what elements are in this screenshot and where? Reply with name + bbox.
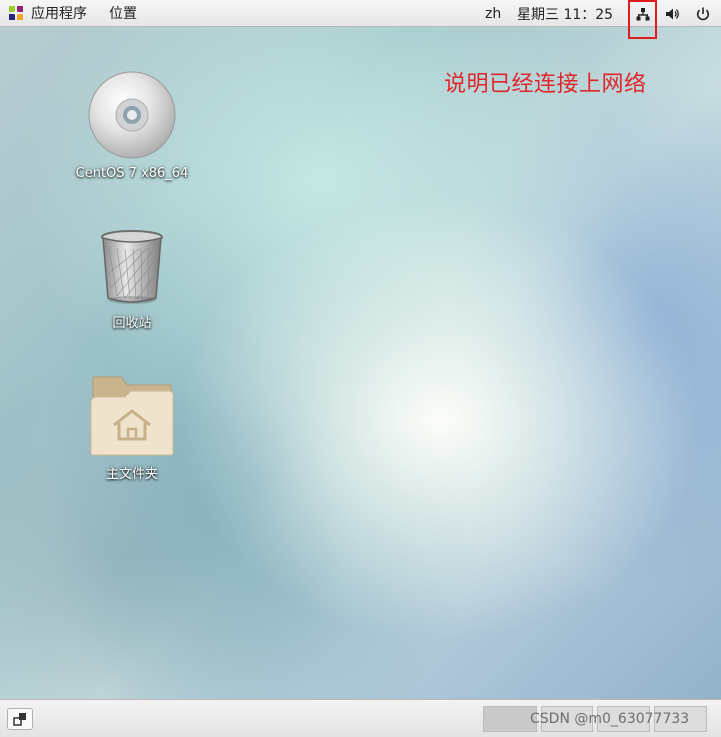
- top-panel: 应用程序 位置 zh 星期三 11：25: [0, 0, 721, 27]
- desktop-icon-label: 主文件夹: [105, 467, 158, 482]
- workspace-1[interactable]: [483, 706, 537, 732]
- desktop-icon-label: 回收站: [112, 316, 152, 331]
- desktop-icon-label: CentOS 7 x86_64: [75, 166, 189, 181]
- input-language-indicator[interactable]: zh: [485, 0, 501, 27]
- network-wired-icon: [636, 7, 650, 20]
- desktop-icon-centos-disc[interactable]: CentOS 7 x86_64: [67, 70, 197, 181]
- system-tray: [628, 0, 718, 27]
- show-desktop-button[interactable]: [7, 708, 33, 730]
- volume-icon: [666, 8, 679, 19]
- desktop-icon-trash[interactable]: 回收站: [67, 228, 197, 331]
- annotation-text: 说明已经连接上网络: [444, 72, 647, 97]
- csdn-watermark: CSDN @m0_63077733: [530, 711, 690, 727]
- desktop-icon-home-folder[interactable]: 主文件夹: [67, 375, 197, 482]
- applications-label: 应用程序: [31, 6, 87, 22]
- power-button[interactable]: [688, 0, 718, 27]
- volume-button[interactable]: [658, 0, 688, 27]
- applications-menu[interactable]: 应用程序: [8, 3, 87, 23]
- network-status-button[interactable]: [628, 0, 658, 27]
- places-menu[interactable]: 位置: [109, 3, 137, 23]
- window-list-icon: [13, 713, 26, 726]
- clock[interactable]: 星期三 11：25: [517, 0, 613, 27]
- bottom-panel: CSDN @m0_63077733: [0, 699, 721, 737]
- power-icon: [696, 7, 710, 20]
- centos-logo-icon: [9, 6, 23, 20]
- home-folder-icon: [90, 376, 174, 456]
- trash-icon: [101, 230, 163, 304]
- disc-icon: [88, 71, 176, 159]
